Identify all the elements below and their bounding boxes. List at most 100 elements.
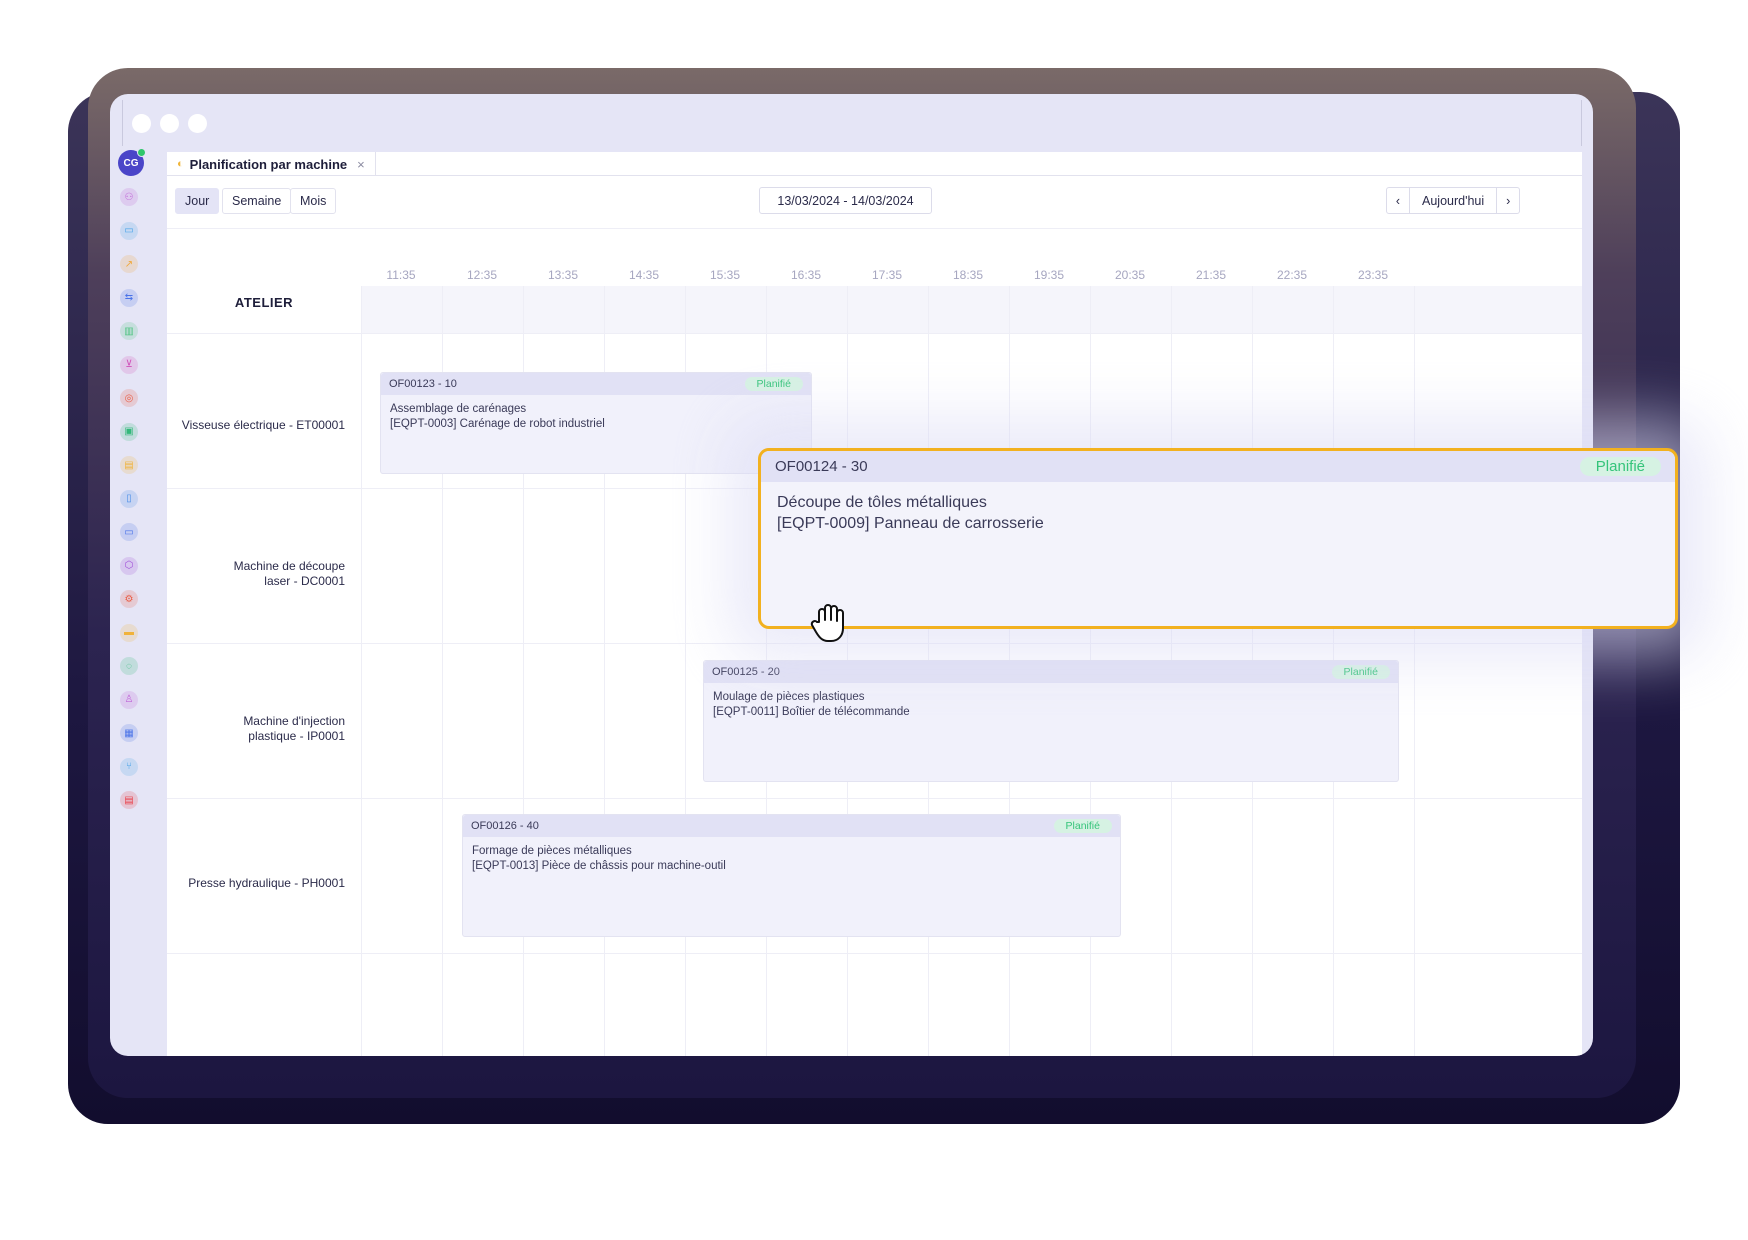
window-close-button[interactable] (132, 114, 151, 133)
row-divider (167, 643, 1582, 644)
chevron-right-icon: › (1506, 193, 1511, 208)
order-card[interactable]: OF00125 - 20 Planifié Moulage de pièces … (703, 660, 1399, 782)
timeline-hour-label: 22:35 (1276, 268, 1308, 282)
order-operation: Formage de pièces métalliques (472, 845, 632, 857)
machine-label: Machine d'injection plastique - IP0001 (167, 714, 345, 744)
dragged-order-card[interactable]: OF00124 - 30 Planifié Découpe de tôles m… (758, 448, 1678, 629)
machine-label: Visseuse électrique - ET00001 (167, 418, 345, 433)
window-minimize-button[interactable] (160, 114, 179, 133)
machine-name-line1: Presse hydraulique - PH0001 (188, 876, 345, 890)
order-card-body: Découpe de tôles métalliques [EQPT-0009]… (761, 482, 1675, 544)
trend-icon[interactable]: ↗ (120, 255, 138, 273)
workshop-band (361, 286, 1582, 333)
order-item: [EQPT-0013] Pièce de châssis pour machin… (472, 860, 726, 872)
order-operation: Découpe de tôles métalliques (777, 494, 987, 511)
fork-icon[interactable]: ⑂ (120, 757, 138, 776)
workshop-heading: ATELIER (234, 295, 294, 310)
printer-icon[interactable]: ▬ (120, 623, 138, 642)
next-button[interactable]: › (1497, 188, 1519, 213)
tag-icon[interactable]: ◎ (120, 389, 138, 407)
status-badge: Planifié (1053, 819, 1112, 833)
users-icon[interactable]: ⚇ (120, 188, 138, 206)
timeline-hour-label: 20:35 (1114, 268, 1146, 282)
transfer-icon[interactable]: ⇆ (120, 288, 138, 307)
machine-name-line1: Machine d'injection (243, 714, 345, 728)
order-card[interactable]: OF00126 - 40 Planifié Formage de pièces … (462, 814, 1121, 937)
view-month-label: Mois (300, 194, 327, 208)
machine-label: Machine de découpe laser - DC0001 (167, 559, 345, 589)
planning-icon: ◐ (177, 158, 184, 170)
card-icon[interactable]: ▭ (120, 221, 138, 240)
order-operation: Moulage de pièces plastiques (713, 691, 865, 703)
order-card-body: Assemblage de carénages [EQPT-0003] Caré… (381, 395, 811, 439)
status-badge: Planifié (744, 377, 803, 391)
row-divider (167, 333, 1582, 334)
order-card-header: OF00126 - 40 Planifié (463, 815, 1120, 837)
document-icon[interactable]: ▤ (120, 456, 138, 474)
status-badge: Planifié (1579, 457, 1661, 476)
order-code: OF00125 - 20 (712, 666, 780, 678)
today-label: Aujourd'hui (1422, 193, 1485, 208)
order-item: [EQPT-0009] Panneau de carrosserie (777, 515, 1044, 532)
grid-line (1414, 286, 1415, 1056)
grab-cursor-icon (810, 604, 844, 642)
date-range-picker[interactable]: 13/03/2024 - 14/03/2024 (759, 187, 932, 214)
row-divider (167, 953, 1582, 954)
row-divider (167, 798, 1582, 799)
timeline-hour-label: 18:35 (952, 268, 984, 282)
date-range-label: 13/03/2024 - 14/03/2024 (777, 193, 914, 208)
order-card-body: Moulage de pièces plastiques [EQPT-0011]… (704, 683, 1398, 727)
avatar-initials: CG (123, 157, 139, 169)
order-card-header: OF00123 - 10 Planifié (381, 373, 811, 395)
order-code: OF00124 - 30 (775, 458, 868, 475)
order-operation: Assemblage de carénages (390, 403, 527, 415)
chart-icon[interactable]: ▥ (120, 322, 138, 340)
machine-name-line2: laser - DC0001 (264, 574, 345, 588)
machine-name-line2: plastique - IP0001 (248, 729, 345, 743)
view-month-button[interactable]: Mois (290, 188, 337, 214)
avatar[interactable]: CG (118, 148, 146, 176)
chat-icon[interactable]: ◌ (120, 657, 138, 675)
inbox-icon[interactable]: ▤ (120, 791, 138, 809)
prev-button[interactable]: ‹ (1387, 188, 1409, 213)
briefcase-icon[interactable]: ▣ (120, 422, 138, 441)
order-card-header: OF00125 - 20 Planifié (704, 661, 1398, 683)
box-icon[interactable]: ⬡ (120, 556, 138, 575)
timeline-hour-label: 13:35 (547, 268, 579, 282)
date-navigation: ‹ Aujourd'hui › (1386, 187, 1521, 214)
view-day-label: Jour (185, 194, 210, 208)
gear-icon[interactable]: ⚙ (120, 590, 138, 608)
view-week-label: Semaine (232, 194, 282, 208)
timeline-hour-label: 17:35 (871, 268, 903, 282)
chevron-left-icon: ‹ (1395, 193, 1401, 208)
window-titlebar (122, 100, 1582, 146)
file-icon[interactable]: ▯ (120, 489, 138, 508)
timeline-hour-label: 11:35 (386, 268, 416, 282)
tab-close-icon[interactable]: × (357, 157, 365, 172)
timeline-hour-label: 21:35 (1195, 268, 1227, 282)
view-day-button[interactable]: Jour (175, 188, 220, 214)
timeline-hour-label: 19:35 (1033, 268, 1065, 282)
today-button[interactable]: Aujourd'hui (1409, 188, 1498, 213)
order-card[interactable]: OF00123 - 10 Planifié Assemblage de caré… (380, 372, 812, 474)
status-badge: Planifié (1331, 665, 1390, 679)
building-icon[interactable]: ▦ (120, 724, 138, 742)
cart-icon[interactable]: ⊻ (120, 355, 138, 374)
order-item: [EQPT-0003] Carénage de robot industriel (390, 418, 605, 430)
header-divider (167, 228, 1582, 229)
order-card-header: OF00124 - 30 Planifié (761, 451, 1675, 482)
order-code: OF00123 - 10 (389, 378, 457, 390)
person-icon[interactable]: ♙ (120, 690, 138, 709)
window-maximize-button[interactable] (188, 114, 207, 133)
sidebar: CG ⚇ ▭ ↗ ⇆ ▥ ⊻ ◎ ▣ ▤ ▯ ▭ ⬡ ⚙ ▬ ◌ ♙ ▦ ⑂ ▤ (110, 148, 166, 1056)
monitor-icon[interactable]: ▭ (120, 523, 138, 541)
timeline-hour-label: 23:35 (1357, 268, 1389, 282)
view-week-button[interactable]: Semaine (222, 188, 292, 214)
tab-label: Planification par machine (189, 156, 348, 172)
tab-planning[interactable]: ◐ Planification par machine × (167, 152, 376, 176)
machine-label: Presse hydraulique - PH0001 (167, 876, 345, 891)
order-card-body: Formage de pièces métalliques [EQPT-0013… (463, 837, 1120, 881)
order-code: OF00126 - 40 (471, 820, 539, 832)
timeline-hour-label: 12:35 (466, 268, 498, 282)
timeline-hour-label: 15:35 (709, 268, 741, 282)
